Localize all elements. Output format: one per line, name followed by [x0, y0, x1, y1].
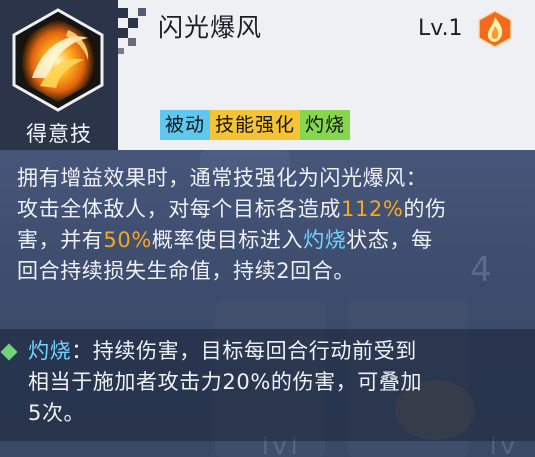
desc-text: 的伤	[403, 197, 447, 221]
tag-skill-enhance: 技能强化	[210, 110, 301, 140]
burn-status-keyword: 灼烧	[28, 339, 72, 363]
note-text: ：持续伤害，目标每回合行动前受到	[71, 339, 417, 363]
desc-line-4: 回合持续损失生命值，持续2回合。	[17, 259, 355, 283]
desc-text: 概率使目标进入	[151, 228, 304, 252]
flash-blast-icon	[12, 8, 104, 112]
tag-burn: 灼烧	[300, 110, 351, 140]
desc-line-1: 拥有增益效果时，通常技强化为闪光爆风：	[17, 166, 428, 190]
skill-icon-panel: 得意技	[0, 0, 118, 150]
desc-text: 状态，每	[346, 228, 433, 252]
skill-type-label: 得意技	[26, 122, 92, 146]
note-line-2: 相当于施加者攻击力20%的伤害，可叠加	[28, 370, 423, 394]
desc-line-2: 攻击全体敌人，对每个目标各造成112%的伤	[17, 194, 522, 225]
chance-percent: 50%	[103, 228, 152, 252]
pixel-decoration	[118, 8, 158, 58]
damage-percent: 112%	[341, 197, 404, 221]
desc-text: 攻击全体敌人，对每个目标各造成	[17, 197, 341, 221]
skill-name: 闪光爆风	[158, 13, 263, 42]
note-line-1: 灼烧：持续伤害，目标每回合行动前受到	[28, 336, 528, 367]
burn-keyword: 灼烧	[303, 228, 347, 252]
tag-passive: 被动	[160, 110, 211, 140]
status-note: 灼烧：持续伤害，目标每回合行动前受到 相当于施加者攻击力20%的伤害，可叠加 5…	[28, 336, 528, 429]
fire-badge-icon	[478, 10, 512, 48]
desc-text: 害，并有	[17, 228, 104, 252]
skill-level: Lv.1	[418, 16, 463, 41]
skill-description: 拥有增益效果时，通常技强化为闪光爆风： 攻击全体敌人，对每个目标各造成112%的…	[17, 163, 522, 287]
note-line-3: 5次。	[28, 401, 86, 425]
desc-line-3: 害，并有50%概率使目标进入灼烧状态，每	[17, 225, 522, 256]
skill-tags: 被动 技能强化 灼烧	[160, 110, 351, 140]
